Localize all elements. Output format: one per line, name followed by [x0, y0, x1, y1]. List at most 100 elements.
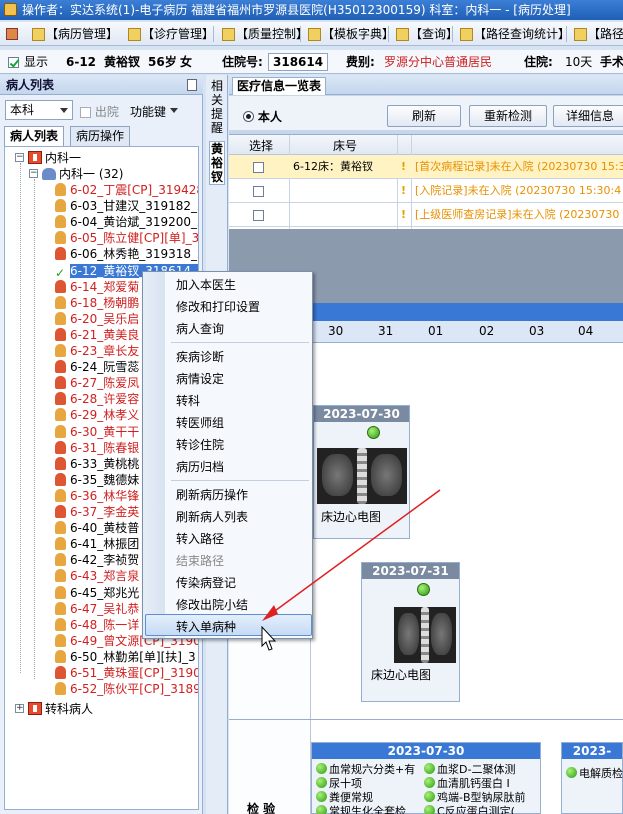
context-menu-item[interactable]: 刷新病人列表: [176, 507, 248, 527]
female-patient-icon: [55, 376, 66, 390]
tree-patient-item[interactable]: 6-05_陈立健[CP][单]_3: [55, 230, 198, 246]
tree-patient-item[interactable]: 6-14_郑爱菊: [55, 279, 139, 295]
tree-patient-item[interactable]: 6-42_李祯贺: [55, 552, 139, 568]
pin-icon[interactable]: [187, 79, 197, 91]
context-menu-item[interactable]: 转入路径: [176, 529, 224, 549]
menu-quality-control[interactable]: 【质量控制】: [222, 25, 308, 43]
grid-row[interactable]: ! [上级医师查房记录]未在入院 (20230730: [229, 203, 623, 227]
function-key-dropdown[interactable]: 功能键: [130, 103, 179, 120]
tree-patient-item[interactable]: 6-04_黄诒斌_319200_20: [55, 214, 199, 230]
patient-name-tab[interactable]: 黄裕钗: [209, 141, 225, 185]
show-checkbox-wrap[interactable]: [8, 50, 19, 73]
tree-patient-item[interactable]: 6-06_林秀艳_319318_20: [55, 246, 198, 262]
row-checkbox[interactable]: [253, 161, 264, 173]
context-menu-item[interactable]: 病历归档: [176, 457, 224, 477]
app-menu-icon[interactable]: [6, 28, 18, 40]
menu-template-dictionary[interactable]: 【模板字典】: [308, 25, 394, 43]
window-title-bar: 操作者：实达系统(1)-电子病历 福建省福州市罗源县医院(H3501230015…: [0, 0, 623, 20]
tree-patient-item[interactable]: 6-37_李金英: [55, 504, 139, 520]
tree-patient-item[interactable]: 6-30_黄干干: [55, 424, 139, 440]
tree-patient-item[interactable]: 6-28_许爱容: [55, 391, 139, 407]
tree-patient-item[interactable]: 6-24_阮雪蕊: [55, 359, 139, 375]
context-menu-item[interactable]: 病情设定: [176, 369, 224, 389]
menu-record-management[interactable]: 【病历管理】: [32, 25, 118, 43]
refresh-button[interactable]: 刷新: [387, 105, 461, 127]
context-menu-item[interactable]: 刷新病历操作: [176, 485, 248, 505]
tree-patient-item[interactable]: 6-45_郑兆光: [55, 585, 139, 601]
ecg-card[interactable]: 2023-07-30 床边心电图: [313, 405, 410, 539]
context-menu-item[interactable]: 转诊住院: [176, 435, 224, 455]
tree-group-node: 内科一 (32): [42, 166, 123, 182]
collapse-icon[interactable]: −: [29, 169, 38, 178]
tree-patient-label: 6-28_许爱容: [70, 392, 140, 407]
row-checkbox-wrap[interactable]: [253, 179, 264, 203]
lab-card[interactable]: 2023- 电解质检: [561, 742, 623, 814]
xray-thumbnail[interactable]: [394, 607, 456, 663]
discharged-toggle[interactable]: 出院: [80, 103, 119, 120]
tree-patient-item[interactable]: 6-52_陈伙平[CP]_31891: [55, 681, 198, 697]
tree-patient-item[interactable]: 6-27_陈爱凤: [55, 375, 139, 391]
menu-query[interactable]: 【查询】: [396, 25, 458, 43]
tree-patient-item[interactable]: 6-41_林振团: [55, 536, 139, 552]
lab-item[interactable]: C反应蛋白测定(: [424, 803, 515, 814]
tree-patient-item[interactable]: 6-20_吴乐启: [55, 311, 139, 327]
tab-patient-list[interactable]: 病人列表: [4, 126, 65, 147]
tree-patient-item[interactable]: 6-21_黄美良: [55, 327, 139, 343]
tree-patient-item[interactable]: 6-43_郑言泉: [55, 568, 139, 584]
show-checkbox[interactable]: [8, 57, 19, 68]
context-menu-item[interactable]: 病人查询: [176, 319, 224, 339]
row-checkbox[interactable]: [253, 185, 264, 197]
context-menu-item[interactable]: 转科: [176, 391, 200, 411]
context-menu-item[interactable]: 加入本医生: [176, 275, 236, 295]
row-checkbox-wrap[interactable]: [253, 155, 264, 179]
related-reminder-tab[interactable]: 相关提醒: [209, 79, 225, 135]
row-checkbox[interactable]: [253, 209, 264, 221]
tree-patient-item[interactable]: 6-50_林勤弟[单][扶]_3: [55, 649, 196, 665]
tree-patient-item[interactable]: 6-51_黄珠蛋[CP]_31904: [55, 665, 198, 681]
lab-card[interactable]: 2023-07-30 血常规六分类+有 血浆D-二聚体测 尿十项 血清肌钙蛋白 …: [311, 742, 541, 814]
context-menu-item[interactable]: 转入单病种: [176, 617, 236, 637]
self-radio-wrap[interactable]: 本人: [243, 108, 282, 125]
tab-record-operations[interactable]: 病历操作: [70, 126, 131, 146]
chevron-down-icon: [60, 108, 68, 113]
xray-thumbnail[interactable]: [317, 448, 407, 504]
context-menu-item[interactable]: 修改出院小结: [176, 595, 248, 615]
self-radio[interactable]: [243, 111, 254, 122]
menu-path-statistics[interactable]: 【路径查询统计】: [460, 25, 570, 43]
discharged-checkbox[interactable]: [80, 107, 91, 118]
female-patient-icon: [55, 666, 66, 679]
tree-patient-item[interactable]: 6-29_林孝义: [55, 407, 139, 423]
tree-patient-item[interactable]: 6-23_章长友: [55, 343, 139, 359]
menu-path[interactable]: 【路径: [574, 25, 623, 43]
tree-patient-label: 6-04_黄诒斌_319200_20: [70, 215, 199, 230]
grid-row[interactable]: 6-12床：黄裕钗 ! [首次病程记录]未在入院 (20230730 15:3: [229, 155, 623, 179]
lab-item[interactable]: 电解质检: [566, 765, 623, 781]
grid-row[interactable]: ! [入院记录]未在入院 (20230730 15:30:4: [229, 179, 623, 203]
context-menu-item[interactable]: 修改和打印设置: [176, 297, 260, 317]
tree-patient-item[interactable]: 6-36_林华锋: [55, 488, 139, 504]
main-title[interactable]: 医疗信息一览表: [232, 77, 327, 95]
tree-patient-item[interactable]: 6-03_甘建汉_319182_20: [55, 198, 198, 214]
tree-patient-label: 6-20_吴乐启: [70, 311, 140, 326]
context-menu-item[interactable]: 转医师组: [176, 413, 224, 433]
tree-patient-item[interactable]: 6-31_陈春银: [55, 440, 139, 456]
exam-row-label: 检 验: [247, 802, 276, 814]
collapse-icon[interactable]: −: [15, 153, 24, 162]
lab-item[interactable]: 常规生化全套检: [316, 803, 406, 814]
tree-patient-item[interactable]: 6-02_丁震[CP]_319428_20: [55, 182, 198, 198]
tree-patient-item[interactable]: 6-40_黄枝普: [55, 520, 139, 536]
department-select[interactable]: 本科: [5, 100, 73, 120]
context-menu-item[interactable]: 传染病登记: [176, 573, 236, 593]
ecg-card[interactable]: 2023-07-31 床边心电图: [361, 562, 460, 702]
tree-patient-item[interactable]: 6-33_黄桃桃: [55, 456, 139, 472]
details-button[interactable]: 详细信息: [553, 105, 623, 127]
tree-patient-item[interactable]: 6-48_陈一详: [55, 617, 139, 633]
tree-patient-item[interactable]: 6-35_魏德妹: [55, 472, 139, 488]
row-checkbox-wrap[interactable]: [253, 203, 264, 227]
menu-diagnosis-management[interactable]: 【诊疗管理】: [128, 25, 214, 43]
context-menu-item[interactable]: 疾病诊断: [176, 347, 224, 367]
recheck-button[interactable]: 重新检测: [469, 105, 547, 127]
tree-patient-item[interactable]: 6-47_吴礼恭: [55, 601, 139, 617]
tree-patient-item[interactable]: 6-18_杨朝鹏: [55, 295, 139, 311]
expand-icon[interactable]: +: [15, 704, 24, 714]
